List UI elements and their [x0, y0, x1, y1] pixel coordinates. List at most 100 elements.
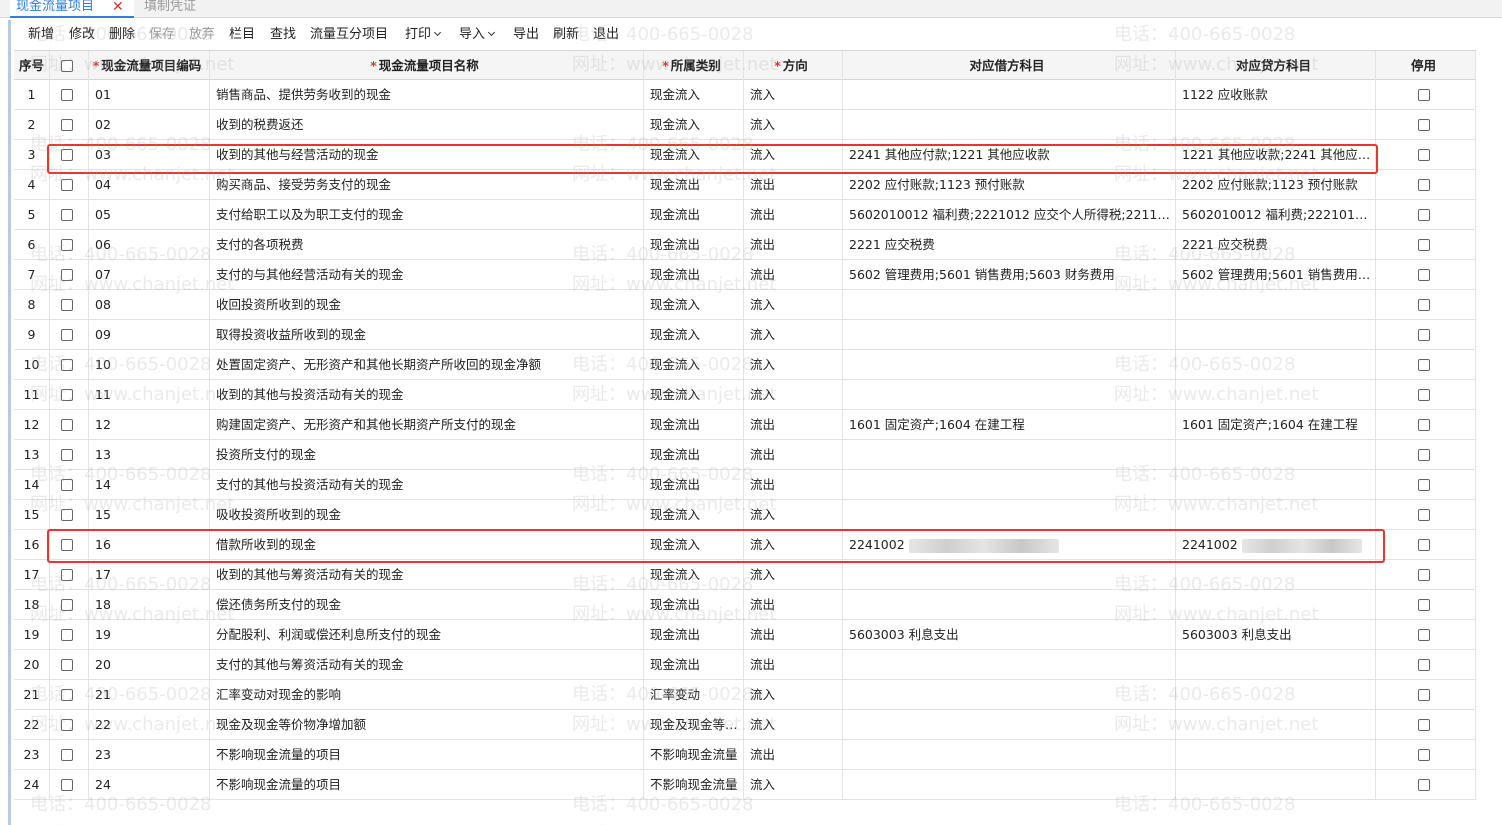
- cell-code[interactable]: 04: [89, 170, 210, 200]
- disabled-checkbox[interactable]: [1417, 598, 1430, 611]
- table-row[interactable]: 18 18 偿还债务所支付的现金 现金流出 流出: [14, 590, 1476, 620]
- cell-direction[interactable]: 流出: [744, 590, 843, 620]
- cell-code[interactable]: 19: [89, 620, 210, 650]
- cell-debit-account[interactable]: [843, 590, 1176, 620]
- table-row[interactable]: 10 10 处置固定资产、无形资产和其他长期资产所收回的现金净额 现金流入 流入: [14, 350, 1476, 380]
- cell-category[interactable]: 不影响现金流量: [644, 770, 744, 800]
- disabled-checkbox[interactable]: [1417, 538, 1430, 551]
- row-select-checkbox[interactable]: [61, 688, 73, 701]
- row-select-checkbox[interactable]: [61, 238, 73, 251]
- cell-name[interactable]: 投资所支付的现金: [210, 440, 644, 470]
- cell-direction[interactable]: 流入: [744, 380, 843, 410]
- cell-code[interactable]: 17: [89, 560, 210, 590]
- row-select-checkbox[interactable]: [61, 568, 73, 581]
- cell-code[interactable]: 01: [89, 80, 210, 110]
- cell-category[interactable]: 不影响现金流量: [644, 740, 744, 770]
- tab-voucher-entry[interactable]: 填制凭证: [138, 0, 228, 18]
- cell-category[interactable]: 现金流出: [644, 440, 744, 470]
- cell-debit-account[interactable]: 1601 固定资产;1604 在建工程: [843, 410, 1176, 440]
- disabled-checkbox[interactable]: [1417, 88, 1430, 101]
- cell-code[interactable]: 02: [89, 110, 210, 140]
- cell-direction[interactable]: 流入: [744, 530, 843, 560]
- table-row[interactable]: 23 23 不影响现金流量的项目 不影响现金流量 流出: [14, 740, 1476, 770]
- table-row[interactable]: 14 14 支付的其他与投资活动有关的现金 现金流出 流出: [14, 470, 1476, 500]
- cell-direction[interactable]: 流出: [744, 200, 843, 230]
- cell-category[interactable]: 现金流入: [644, 350, 744, 380]
- row-select-checkbox[interactable]: [61, 448, 73, 461]
- header-code[interactable]: * 现金流量项目编码: [89, 51, 210, 81]
- cell-debit-account[interactable]: [843, 80, 1176, 110]
- table-row[interactable]: 5 05 支付给职工以及为职工支付的现金 现金流出 流出 5602010012 福利费;2…: [14, 200, 1476, 230]
- cell-code[interactable]: 18: [89, 590, 210, 620]
- cell-category[interactable]: 汇率变动: [644, 680, 744, 710]
- disabled-checkbox[interactable]: [1417, 208, 1430, 221]
- cell-direction[interactable]: 流出: [744, 650, 843, 680]
- cell-debit-account[interactable]: [843, 380, 1176, 410]
- cell-direction[interactable]: 流出: [744, 230, 843, 260]
- close-icon[interactable]: ✕: [112, 0, 124, 14]
- cell-credit-account[interactable]: [1176, 110, 1376, 140]
- table-row[interactable]: 13 13 投资所支付的现金 现金流出 流出: [14, 440, 1476, 470]
- row-select-checkbox[interactable]: [61, 598, 73, 611]
- disabled-checkbox[interactable]: [1417, 688, 1430, 701]
- cell-code[interactable]: 15: [89, 500, 210, 530]
- cell-credit-account[interactable]: 2221 应交税费: [1176, 230, 1376, 260]
- cell-name[interactable]: 收到的税费返还: [210, 110, 644, 140]
- cell-category[interactable]: 现金流入: [644, 110, 744, 140]
- discard-button[interactable]: 放弃: [189, 20, 215, 50]
- row-select-checkbox[interactable]: [61, 778, 73, 791]
- cell-category[interactable]: 现金流入: [644, 80, 744, 110]
- select-all-checkbox[interactable]: [61, 59, 73, 72]
- disabled-checkbox[interactable]: [1417, 568, 1430, 581]
- cell-direction[interactable]: 流入: [744, 80, 843, 110]
- cell-credit-account[interactable]: [1176, 350, 1376, 380]
- cell-credit-account[interactable]: [1176, 500, 1376, 530]
- cell-name[interactable]: 支付给职工以及为职工支付的现金: [210, 200, 644, 230]
- cell-name[interactable]: 支付的其他与投资活动有关的现金: [210, 470, 644, 500]
- cell-code[interactable]: 03: [89, 140, 210, 170]
- table-row[interactable]: 3 03 收到的其他与经营活动的现金 现金流入 流入 2241 其他应付款;1221 其他…: [14, 140, 1476, 170]
- cell-category[interactable]: 现金流入: [644, 530, 744, 560]
- find-button[interactable]: 查找: [270, 20, 296, 50]
- cell-direction[interactable]: 流入: [744, 140, 843, 170]
- row-select-checkbox[interactable]: [61, 478, 73, 491]
- cell-category[interactable]: 现金流出: [644, 230, 744, 260]
- export-button[interactable]: 导出: [513, 20, 539, 50]
- row-select-checkbox[interactable]: [61, 418, 73, 431]
- cell-direction[interactable]: 流出: [744, 470, 843, 500]
- cell-code[interactable]: 08: [89, 290, 210, 320]
- cell-credit-account[interactable]: [1176, 290, 1376, 320]
- cell-credit-account[interactable]: 2202 应付账款;1123 预付账款: [1176, 170, 1376, 200]
- cell-code[interactable]: 05: [89, 200, 210, 230]
- cell-name[interactable]: 支付的其他与筹资活动有关的现金: [210, 650, 644, 680]
- cell-credit-account[interactable]: [1176, 680, 1376, 710]
- row-select-checkbox[interactable]: [61, 718, 73, 731]
- header-name[interactable]: * 现金流量项目名称: [210, 51, 644, 81]
- disabled-checkbox[interactable]: [1417, 478, 1430, 491]
- cell-debit-account[interactable]: [843, 440, 1176, 470]
- table-row[interactable]: 2 02 收到的税费返还 现金流入 流入: [14, 110, 1476, 140]
- cell-code[interactable]: 22: [89, 710, 210, 740]
- new-button[interactable]: 新增: [28, 20, 54, 50]
- cell-direction[interactable]: 流出: [744, 620, 843, 650]
- cell-category[interactable]: 现金流出: [644, 410, 744, 440]
- cell-credit-account[interactable]: [1176, 650, 1376, 680]
- disabled-checkbox[interactable]: [1417, 328, 1430, 341]
- cell-name[interactable]: 分配股利、利润或偿还利息所支付的现金: [210, 620, 644, 650]
- cell-code[interactable]: 10: [89, 350, 210, 380]
- print-button[interactable]: 打印: [405, 20, 442, 50]
- cell-credit-account[interactable]: 1601 固定资产;1604 在建工程: [1176, 410, 1376, 440]
- table-row[interactable]: 6 06 支付的各项税费 现金流出 流出 2221 应交税费 2221 应交税费: [14, 230, 1476, 260]
- cell-name[interactable]: 支付的与其他经营活动有关的现金: [210, 260, 644, 290]
- cell-name[interactable]: 购建固定资产、无形资产和其他长期资产所支付的现金: [210, 410, 644, 440]
- cell-category[interactable]: 现金流入: [644, 500, 744, 530]
- row-select-checkbox[interactable]: [61, 358, 73, 371]
- table-row[interactable]: 4 04 购买商品、接受劳务支付的现金 现金流出 流出 2202 应付账款;1123 预付…: [14, 170, 1476, 200]
- cell-direction[interactable]: 流入: [744, 770, 843, 800]
- row-select-checkbox[interactable]: [61, 178, 73, 191]
- row-select-checkbox[interactable]: [61, 328, 73, 341]
- disabled-checkbox[interactable]: [1417, 778, 1430, 791]
- table-row[interactable]: 11 11 收到的其他与投资活动有关的现金 现金流入 流入: [14, 380, 1476, 410]
- cell-direction[interactable]: 流出: [744, 740, 843, 770]
- row-select-checkbox[interactable]: [61, 268, 73, 281]
